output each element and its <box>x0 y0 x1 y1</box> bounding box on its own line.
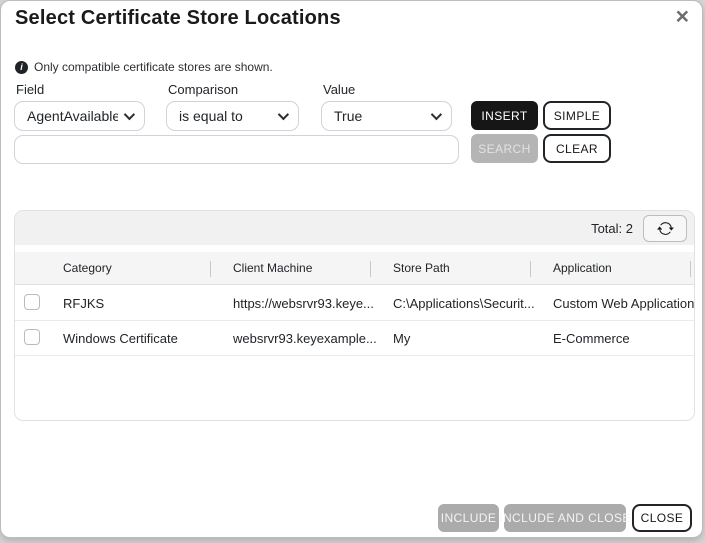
cell-application: E-Commerce <box>540 331 694 346</box>
row-checkbox[interactable] <box>24 329 40 345</box>
row-checkbox[interactable] <box>24 294 40 310</box>
cell-category: RFJKS <box>50 296 220 311</box>
table-row: Windows Certificate websrvr93.keyexample… <box>15 321 694 356</box>
clear-button[interactable]: CLEAR <box>543 134 611 163</box>
column-header-client-machine: Client Machine <box>220 261 380 275</box>
column-header-application: Application <box>540 261 694 275</box>
info-text: Only compatible certificate stores are s… <box>34 60 273 74</box>
select-certificate-store-locations-dialog: Select Certificate Store Locations × i O… <box>0 0 703 538</box>
table-row: RFJKS https://websrvr93.keye... C:\Appli… <box>15 286 694 321</box>
query-input[interactable] <box>14 135 459 164</box>
header-divider <box>690 261 691 277</box>
close-icon[interactable]: × <box>676 5 689 28</box>
simple-button[interactable]: SIMPLE <box>543 101 611 130</box>
value-select-value: True <box>334 108 425 124</box>
refresh-button[interactable] <box>643 215 687 242</box>
cell-client-machine: websrvr93.keyexample... <box>220 331 380 346</box>
cell-category: Windows Certificate <box>50 331 220 346</box>
chevron-down-icon <box>124 109 135 120</box>
comparison-select-value: is equal to <box>179 108 272 124</box>
chevron-down-icon <box>278 109 289 120</box>
cell-client-machine: https://websrvr93.keye... <box>220 296 380 311</box>
field-select-value: AgentAvailable <box>27 108 118 124</box>
column-header-store-path: Store Path <box>380 261 540 275</box>
refresh-icon <box>657 220 674 237</box>
table-header-row: Category Client Machine Store Path Appli… <box>15 252 694 285</box>
header-divider <box>370 261 371 277</box>
include-button[interactable]: INCLUDE <box>438 504 499 532</box>
header-divider <box>210 261 211 277</box>
cell-store-path: C:\Applications\Securit... <box>380 296 540 311</box>
search-button[interactable]: SEARCH <box>471 134 538 163</box>
table-toolbar: Total: 2 <box>15 211 694 245</box>
cell-application: Custom Web Application <box>540 296 694 311</box>
field-select[interactable]: AgentAvailable <box>14 101 145 131</box>
column-header-category: Category <box>50 261 220 275</box>
total-count: Total: 2 <box>591 221 633 236</box>
close-button[interactable]: CLOSE <box>632 504 692 532</box>
chevron-down-icon <box>431 109 442 120</box>
value-select[interactable]: True <box>321 101 452 131</box>
value-label: Value <box>323 82 355 97</box>
dialog-title: Select Certificate Store Locations <box>15 7 341 30</box>
info-icon: i <box>15 61 28 74</box>
header-divider <box>530 261 531 277</box>
field-label: Field <box>16 82 44 97</box>
include-and-close-button[interactable]: INCLUDE AND CLOSE <box>504 504 626 532</box>
comparison-label: Comparison <box>168 82 238 97</box>
info-message: i Only compatible certificate stores are… <box>15 60 273 74</box>
cell-store-path: My <box>380 331 540 346</box>
comparison-select[interactable]: is equal to <box>166 101 299 131</box>
insert-button[interactable]: INSERT <box>471 101 538 130</box>
certificate-store-table-panel: Total: 2 Category Client Machine Store P… <box>14 210 695 421</box>
